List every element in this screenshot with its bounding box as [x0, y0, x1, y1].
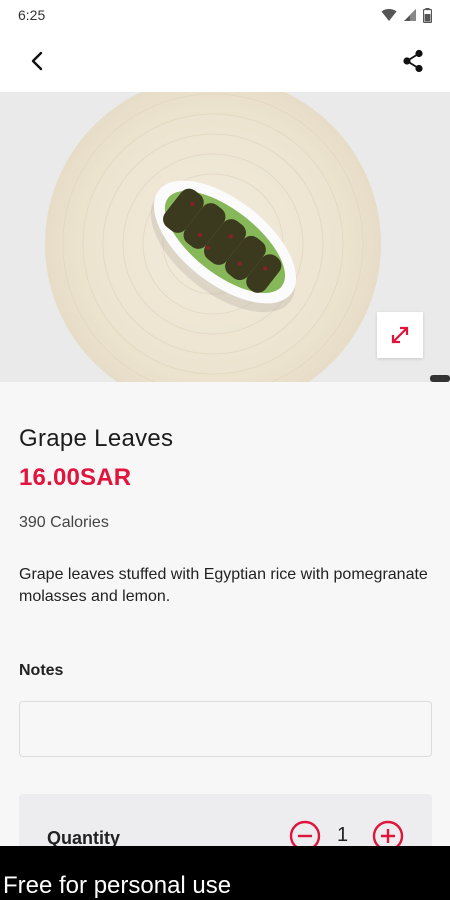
product-image	[0, 92, 450, 382]
share-icon	[403, 49, 423, 73]
signal-icon	[404, 9, 416, 21]
back-button[interactable]	[20, 44, 54, 78]
status-time: 6:25	[18, 7, 46, 23]
expand-icon	[391, 326, 409, 344]
product-price: 16.00SAR	[19, 464, 132, 491]
watermark-banner: Free for personal use	[0, 846, 450, 900]
quantity-value: 1	[337, 824, 349, 846]
product-title: Grape Leaves	[19, 425, 174, 452]
notes-label: Notes	[19, 662, 64, 679]
expand-image-button[interactable]	[377, 312, 423, 358]
product-description: Grape leaves stuffed with Egyptian rice …	[19, 566, 428, 605]
notes-input[interactable]	[19, 701, 432, 757]
share-button[interactable]	[396, 44, 430, 78]
wifi-icon	[381, 9, 397, 21]
status-bar: 6:25	[0, 0, 450, 30]
product-details: Grape Leaves 16.00SAR 390 Calories Grape…	[0, 382, 450, 874]
status-icons	[381, 7, 432, 23]
battery-icon	[423, 7, 432, 23]
chevron-left-icon	[31, 51, 43, 71]
app-bar	[0, 30, 450, 92]
product-calories: 390 Calories	[19, 514, 109, 531]
